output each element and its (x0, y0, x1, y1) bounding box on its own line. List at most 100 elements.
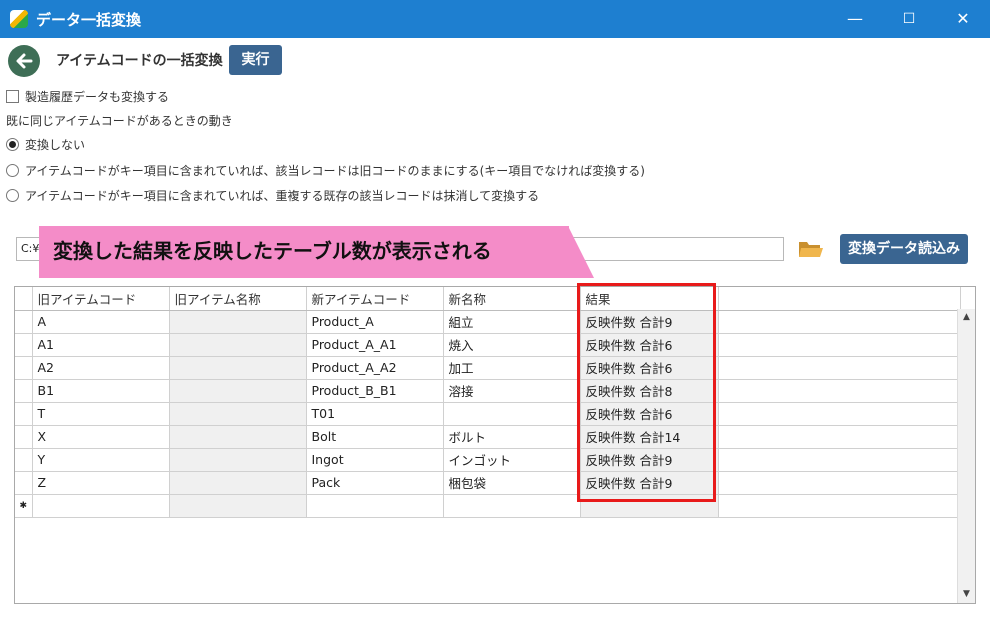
maximize-button[interactable]: ☐ (896, 6, 922, 32)
cell-new-code[interactable]: Product_B_B1 (306, 379, 444, 403)
cell-new-code[interactable]: Ingot (306, 448, 444, 472)
radio-option-no-convert[interactable]: 変換しない (6, 135, 85, 153)
new-cell-filler (718, 494, 961, 518)
cell-new-name[interactable]: ボルト (443, 425, 581, 449)
column-header-filler (718, 287, 961, 311)
cell-new-name[interactable] (443, 402, 581, 426)
cell-new-code[interactable]: Product_A (306, 310, 444, 334)
window-title: データ一括変換 (36, 11, 142, 29)
title-bar: データ一括変換 — ☐ ✕ (0, 0, 990, 38)
cell-filler (718, 448, 961, 472)
new-cell-old-name (169, 494, 307, 518)
cell-filler (718, 310, 961, 334)
row-header[interactable] (15, 448, 33, 472)
table-row[interactable]: A2 Product_A_A2 加工 反映件数 合計6 (15, 356, 961, 380)
toolbar: アイテムコードの一括変換 実行 (0, 38, 990, 84)
cell-old-name (169, 402, 307, 426)
cell-old-name (169, 356, 307, 380)
cell-new-code[interactable]: Product_A_A2 (306, 356, 444, 380)
cell-old-code[interactable]: A1 (32, 333, 170, 357)
cell-old-code[interactable]: Z (32, 471, 170, 495)
column-header-new-name[interactable]: 新名称 (443, 287, 581, 311)
history-option[interactable]: 製造履歴データも変換する (6, 87, 169, 105)
cell-old-name (169, 471, 307, 495)
cell-old-code[interactable]: A (32, 310, 170, 334)
cell-old-code[interactable]: B1 (32, 379, 170, 403)
row-header-corner (15, 287, 33, 311)
folder-icon[interactable] (798, 238, 824, 260)
cell-new-name[interactable]: 焼入 (443, 333, 581, 357)
cell-filler (718, 402, 961, 426)
scroll-up-icon[interactable]: ▲ (958, 309, 975, 326)
table-row[interactable]: A1 Product_A_A1 焼入 反映件数 合計6 (15, 333, 961, 357)
radio-label: 変換しない (25, 137, 86, 152)
row-header[interactable] (15, 356, 33, 380)
vertical-scrollbar[interactable]: ▲ ▼ (957, 309, 975, 603)
annotation-callout: 変換した結果を反映したテーブル数が表示される (39, 226, 569, 278)
table-row[interactable]: Z Pack 梱包袋 反映件数 合計9 (15, 471, 961, 495)
row-header[interactable] (15, 310, 33, 334)
column-header-old-code[interactable]: 旧アイテムコード (32, 287, 170, 311)
radio-option-delete-convert[interactable]: アイテムコードがキー項目に含まれていれば、重複する既存の該当レコードは抹消して変… (6, 186, 539, 204)
cell-new-name[interactable]: 溶接 (443, 379, 581, 403)
load-conversion-data-button[interactable]: 変換データ読込み (840, 234, 968, 264)
minimize-button[interactable]: — (842, 6, 868, 32)
cell-old-name (169, 448, 307, 472)
cell-new-name[interactable]: 梱包袋 (443, 471, 581, 495)
close-button[interactable]: ✕ (950, 6, 976, 32)
table-row[interactable]: B1 Product_B_B1 溶接 反映件数 合計8 (15, 379, 961, 403)
new-cell-new-name[interactable] (443, 494, 581, 518)
radio-label: アイテムコードがキー項目に含まれていれば、重複する既存の該当レコードは抹消して変… (25, 188, 540, 203)
cell-new-name[interactable]: 組立 (443, 310, 581, 334)
table-row[interactable]: A Product_A 組立 反映件数 合計9 (15, 310, 961, 334)
duplicate-behavior-label: 既に同じアイテムコードがあるときの動き (6, 113, 233, 128)
new-row-marker: ✱ (15, 494, 33, 518)
run-button[interactable]: 実行 (229, 45, 282, 75)
cell-new-code[interactable]: Bolt (306, 425, 444, 449)
radio-button[interactable] (6, 137, 19, 151)
row-header[interactable] (15, 471, 33, 495)
column-header-new-code[interactable]: 新アイテムコード (306, 287, 444, 311)
scroll-down-icon[interactable]: ▼ (958, 586, 975, 603)
column-header-old-name[interactable]: 旧アイテム名称 (169, 287, 307, 311)
new-cell-old-code[interactable] (32, 494, 170, 518)
new-cell-new-code[interactable] (306, 494, 444, 518)
arrow-left-icon (16, 53, 33, 69)
conversion-grid: 旧アイテムコード 旧アイテム名称 新アイテムコード 新名称 結果 A Produ… (14, 286, 976, 604)
history-checkbox-label: 製造履歴データも変換する (25, 89, 170, 104)
cell-filler (718, 356, 961, 380)
cell-new-name[interactable]: 加工 (443, 356, 581, 380)
radio-button[interactable] (6, 163, 19, 177)
back-button[interactable] (8, 45, 40, 77)
radio-button[interactable] (6, 188, 19, 202)
row-header[interactable] (15, 402, 33, 426)
section-label: 既に同じアイテムコードがあるときの動き (6, 111, 233, 129)
cell-old-code[interactable]: Y (32, 448, 170, 472)
cell-filler (718, 425, 961, 449)
cell-old-name (169, 310, 307, 334)
cell-new-code[interactable]: Product_A_A1 (306, 333, 444, 357)
cell-old-name (169, 425, 307, 449)
cell-filler (718, 333, 961, 357)
table-row[interactable]: Y Ingot インゴット 反映件数 合計9 (15, 448, 961, 472)
cell-new-code[interactable]: Pack (306, 471, 444, 495)
row-header[interactable] (15, 425, 33, 449)
radio-option-keep-old[interactable]: アイテムコードがキー項目に含まれていれば、該当レコードは旧コードのままにする(キ… (6, 161, 645, 179)
table-row[interactable]: T T01 反映件数 合計6 (15, 402, 961, 426)
cell-old-code[interactable]: T (32, 402, 170, 426)
page-title: アイテムコードの一括変換 (56, 53, 223, 69)
cell-new-name[interactable]: インゴット (443, 448, 581, 472)
cell-old-code[interactable]: X (32, 425, 170, 449)
grid-header-row: 旧アイテムコード 旧アイテム名称 新アイテムコード 新名称 結果 (15, 287, 961, 311)
row-header[interactable] (15, 379, 33, 403)
cell-old-code[interactable]: A2 (32, 356, 170, 380)
cell-old-name (169, 333, 307, 357)
new-row[interactable]: ✱ (15, 494, 961, 518)
row-header[interactable] (15, 333, 33, 357)
cell-old-name (169, 379, 307, 403)
cell-filler (718, 379, 961, 403)
cell-new-code[interactable]: T01 (306, 402, 444, 426)
table-row[interactable]: X Bolt ボルト 反映件数 合計14 (15, 425, 961, 449)
history-checkbox[interactable] (6, 89, 19, 103)
app-icon (10, 10, 28, 28)
